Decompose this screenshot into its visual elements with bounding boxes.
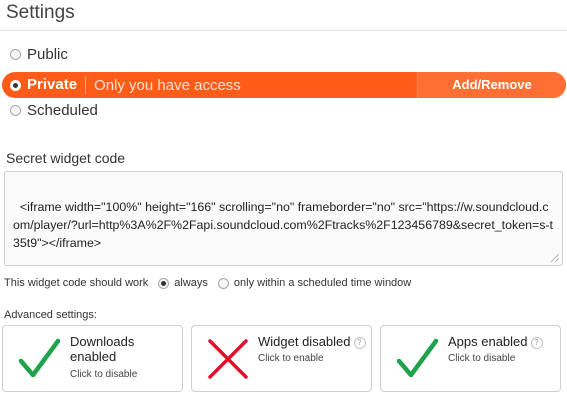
private-radio[interactable] bbox=[10, 79, 21, 91]
downloads-toggle-card[interactable]: Downloads enabled Click to disable bbox=[2, 325, 183, 392]
public-option[interactable]: Public bbox=[10, 46, 68, 63]
cross-icon bbox=[208, 339, 248, 379]
check-icon bbox=[396, 338, 439, 378]
widget-code-text: <iframe width="100%" height="166" scroll… bbox=[13, 200, 553, 250]
card-title: Widget disabled bbox=[258, 334, 351, 349]
scheduled-radio[interactable] bbox=[10, 105, 21, 116]
scheduled-option[interactable]: Scheduled bbox=[10, 102, 98, 119]
settings-title: Settings bbox=[6, 2, 75, 23]
advanced-settings-label: Advanced settings: bbox=[4, 309, 97, 321]
card-title: Downloads enabled bbox=[70, 334, 135, 364]
scheduled-window-label: only within a scheduled time window bbox=[233, 277, 412, 289]
scheduled-window-radio[interactable] bbox=[217, 277, 229, 289]
widget-work-setting: This widget code should work always only… bbox=[4, 277, 411, 289]
private-option[interactable]: Private Only you have access Add/Remove … bbox=[2, 72, 566, 98]
public-radio[interactable] bbox=[10, 49, 21, 60]
public-label: Public bbox=[27, 46, 68, 63]
widget-toggle-card[interactable]: Widget disabled? Click to enable bbox=[191, 325, 372, 392]
check-icon bbox=[18, 338, 61, 378]
add-remove-people-button[interactable]: Add/Remove people bbox=[417, 72, 566, 98]
card-title-row: Apps enabled? bbox=[448, 334, 543, 349]
widget-code-heading: Secret widget code bbox=[6, 150, 126, 166]
help-icon[interactable]: ? bbox=[353, 336, 366, 349]
card-subtitle: Click to enable bbox=[258, 353, 324, 364]
scheduled-label: Scheduled bbox=[27, 102, 98, 119]
widget-work-label: This widget code should work bbox=[4, 277, 149, 289]
resize-grip-icon[interactable] bbox=[549, 252, 559, 262]
always-label: always bbox=[174, 277, 208, 289]
help-icon[interactable]: ? bbox=[530, 336, 543, 349]
widget-code-textarea[interactable]: <iframe width="100%" height="166" scroll… bbox=[4, 171, 563, 266]
always-radio[interactable] bbox=[158, 277, 170, 289]
card-title-row: Widget disabled? bbox=[258, 334, 366, 349]
private-description: Only you have access bbox=[94, 76, 241, 94]
card-title: Apps enabled bbox=[448, 334, 528, 349]
private-label: Private bbox=[27, 76, 87, 94]
card-subtitle: Click to disable bbox=[70, 369, 138, 380]
apps-toggle-card[interactable]: Apps enabled? Click to disable bbox=[380, 325, 561, 392]
divider bbox=[0, 30, 567, 31]
card-subtitle: Click to disable bbox=[448, 353, 516, 364]
